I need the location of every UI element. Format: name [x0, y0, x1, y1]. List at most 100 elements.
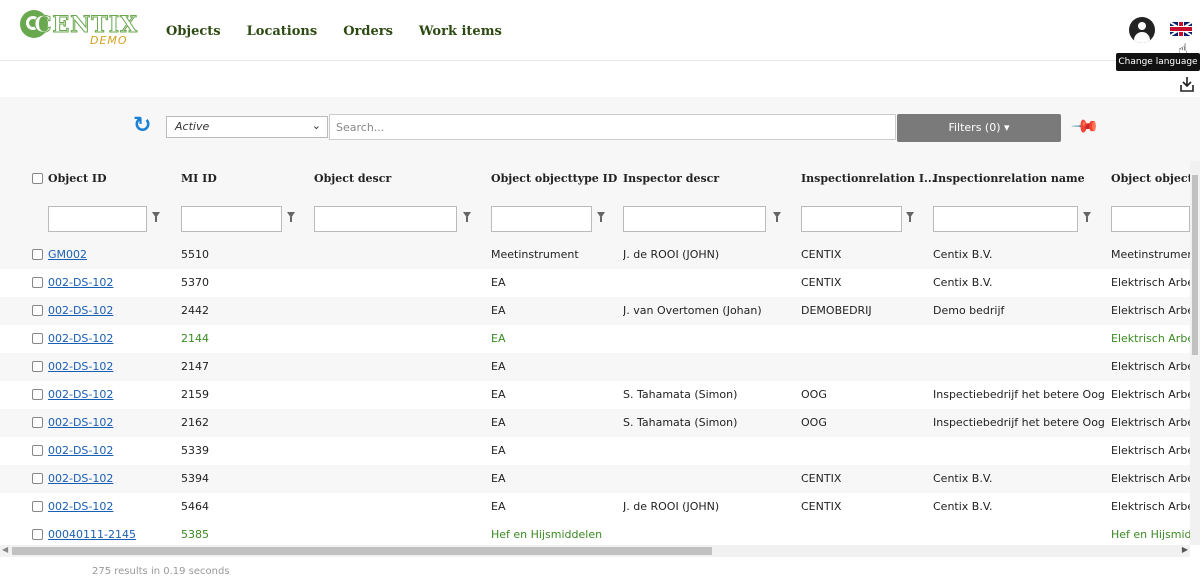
user-icon[interactable]	[1129, 17, 1155, 43]
cell-rel-id: CENTIX	[801, 472, 842, 485]
cell-rel-id: OOG	[801, 416, 827, 429]
scroll-left-icon[interactable]: ◀	[2, 545, 8, 554]
row-checkbox[interactable]	[32, 305, 43, 316]
cell-objecttype-id: EA	[491, 444, 506, 457]
cell-objecttype-id: EA	[491, 472, 506, 485]
nav-locations[interactable]: Locations	[247, 24, 318, 39]
filter-input-objecttype[interactable]	[1111, 206, 1190, 232]
table-row[interactable]: 002-DS-102 5464 EA J. de ROOI (JOHN) CENTIX C…	[0, 493, 1190, 521]
object-id-link[interactable]: 002-DS-102	[48, 416, 113, 429]
table-row[interactable]: GM002 5510 Meetinstrument J. de ROOI (JOHN)…	[0, 241, 1190, 269]
vertical-scrollbar[interactable]	[1190, 161, 1200, 545]
cell-mi-id: 2442	[181, 304, 209, 317]
row-checkbox[interactable]	[32, 529, 43, 540]
row-checkbox[interactable]	[32, 501, 43, 512]
filter-icon[interactable]	[906, 212, 914, 222]
caret-down-icon: ▾	[1004, 121, 1010, 134]
status-select[interactable]: Active ⌄	[166, 116, 328, 138]
object-id-link[interactable]: 002-DS-102	[48, 500, 113, 513]
filter-icon[interactable]	[287, 212, 295, 222]
object-id-link[interactable]: 00040111-2145	[48, 528, 136, 541]
centix-logo[interactable]: CENTIX DEMO	[20, 10, 140, 50]
object-id-link[interactable]: 002-DS-102	[48, 472, 113, 485]
cell-rel-name: Centix B.V.	[933, 500, 993, 513]
table-row[interactable]: 002-DS-102 5394 EA CENTIX Centix B.V. Elektri…	[0, 465, 1190, 493]
object-id-link[interactable]: 002-DS-102	[48, 304, 113, 317]
table-row[interactable]: 002-DS-102 2162 EA S. Tahamata (Simon) OOG In…	[0, 409, 1190, 437]
row-checkbox[interactable]	[32, 445, 43, 456]
filter-input-mi-id[interactable]	[181, 206, 282, 232]
filter-icon[interactable]	[152, 212, 160, 222]
cell-inspector: S. Tahamata (Simon)	[623, 416, 738, 429]
horizontal-scroll-thumb[interactable]	[12, 547, 712, 555]
download-icon[interactable]	[1180, 76, 1194, 92]
row-checkbox[interactable]	[32, 277, 43, 288]
table-row[interactable]: 002-DS-102 2144 EA Elektrisch Arbeids	[0, 325, 1190, 353]
column-header-inspectionrelation-id[interactable]: Inspectionrelation I...	[801, 172, 935, 185]
filter-input-object-descr[interactable]	[314, 206, 457, 232]
cell-object-id: 002-DS-102	[48, 500, 173, 513]
row-checkbox[interactable]	[32, 333, 43, 344]
cell-objecttype: Meetinstrument	[1111, 248, 1190, 261]
main-nav: Objects Locations Orders Work items	[166, 24, 502, 39]
object-id-link[interactable]: 002-DS-102	[48, 388, 113, 401]
column-header-inspectionrelation-name[interactable]: Inspectionrelation name	[933, 172, 1085, 185]
cell-objecttype-id: EA	[491, 304, 506, 317]
cell-mi-id: 5339	[181, 444, 209, 457]
row-checkbox[interactable]	[32, 361, 43, 372]
cell-objecttype: Elektrisch Arbeids	[1111, 388, 1190, 401]
cell-rel-name: Demo bedrijf	[933, 304, 1005, 317]
filter-input-objecttype-id[interactable]	[491, 206, 592, 232]
filter-input-inspectionrelation-name[interactable]	[933, 206, 1078, 232]
chevron-down-icon: ⌄	[311, 119, 321, 132]
nav-work-items[interactable]: Work items	[419, 24, 502, 39]
refresh-icon[interactable]: ↻	[133, 115, 151, 137]
table-row[interactable]: 002-DS-102 2147 EA Elektrisch Arbeids	[0, 353, 1190, 381]
column-header-objecttype-id[interactable]: Object objecttype ID	[491, 172, 617, 185]
filter-icon[interactable]	[597, 212, 605, 222]
scroll-right-icon[interactable]: ▶	[1182, 545, 1188, 554]
filter-icon[interactable]	[1083, 212, 1091, 222]
filter-input-inspector-descr[interactable]	[623, 206, 766, 232]
search-input[interactable]	[329, 114, 896, 140]
cell-rel-id: OOG	[801, 388, 827, 401]
row-checkbox[interactable]	[32, 389, 43, 400]
object-id-link[interactable]: GM002	[48, 248, 87, 261]
filter-icon[interactable]	[463, 212, 471, 222]
cell-objecttype-id: EA	[491, 416, 506, 429]
cell-mi-id: 2144	[181, 332, 209, 345]
cell-object-id: 002-DS-102	[48, 304, 173, 317]
row-checkbox[interactable]	[32, 473, 43, 484]
table-row[interactable]: 002-DS-102 2159 EA S. Tahamata (Simon) OOG In…	[0, 381, 1190, 409]
column-header-inspector-descr[interactable]: Inspector descr	[623, 172, 719, 185]
row-checkbox[interactable]	[32, 417, 43, 428]
status-select-value: Active	[175, 120, 210, 133]
filter-input-object-id[interactable]	[48, 206, 147, 232]
filter-input-inspectionrelation-id[interactable]	[801, 206, 902, 232]
cell-objecttype-id: EA	[491, 360, 506, 373]
object-id-link[interactable]: 002-DS-102	[48, 276, 113, 289]
table-row[interactable]: 002-DS-102 2442 EA J. van Overtomen (Johan)…	[0, 297, 1190, 325]
column-header-object-id[interactable]: Object ID	[32, 172, 107, 185]
table-row[interactable]: 002-DS-102 5339 EA Elektrisch Arbeids	[0, 437, 1190, 465]
column-header-objecttype[interactable]: Object objectty	[1111, 172, 1200, 185]
object-id-link[interactable]: 002-DS-102	[48, 332, 113, 345]
column-header-mi-id[interactable]: MI ID	[181, 172, 217, 185]
row-checkbox[interactable]	[32, 249, 43, 260]
cell-mi-id: 5394	[181, 472, 209, 485]
select-all-checkbox[interactable]	[32, 173, 43, 184]
object-id-link[interactable]: 002-DS-102	[48, 444, 113, 457]
uk-flag-icon[interactable]	[1170, 22, 1192, 36]
vertical-scroll-thumb[interactable]	[1192, 175, 1198, 355]
horizontal-scrollbar[interactable]: ◀ ▶	[0, 545, 1190, 557]
table-row[interactable]: 002-DS-102 5370 EA CENTIX Centix B.V. Elektri…	[0, 269, 1190, 297]
cell-rel-id: CENTIX	[801, 248, 842, 261]
nav-orders[interactable]: Orders	[343, 24, 393, 39]
nav-objects[interactable]: Objects	[166, 24, 221, 39]
filters-button[interactable]: Filters (0) ▾	[897, 114, 1061, 142]
object-id-link[interactable]: 002-DS-102	[48, 360, 113, 373]
column-header-object-descr[interactable]: Object descr	[314, 172, 391, 185]
cell-objecttype: Elektrisch Arbeids	[1111, 416, 1190, 429]
cell-object-id: GM002	[48, 248, 173, 261]
filter-icon[interactable]	[773, 212, 781, 222]
